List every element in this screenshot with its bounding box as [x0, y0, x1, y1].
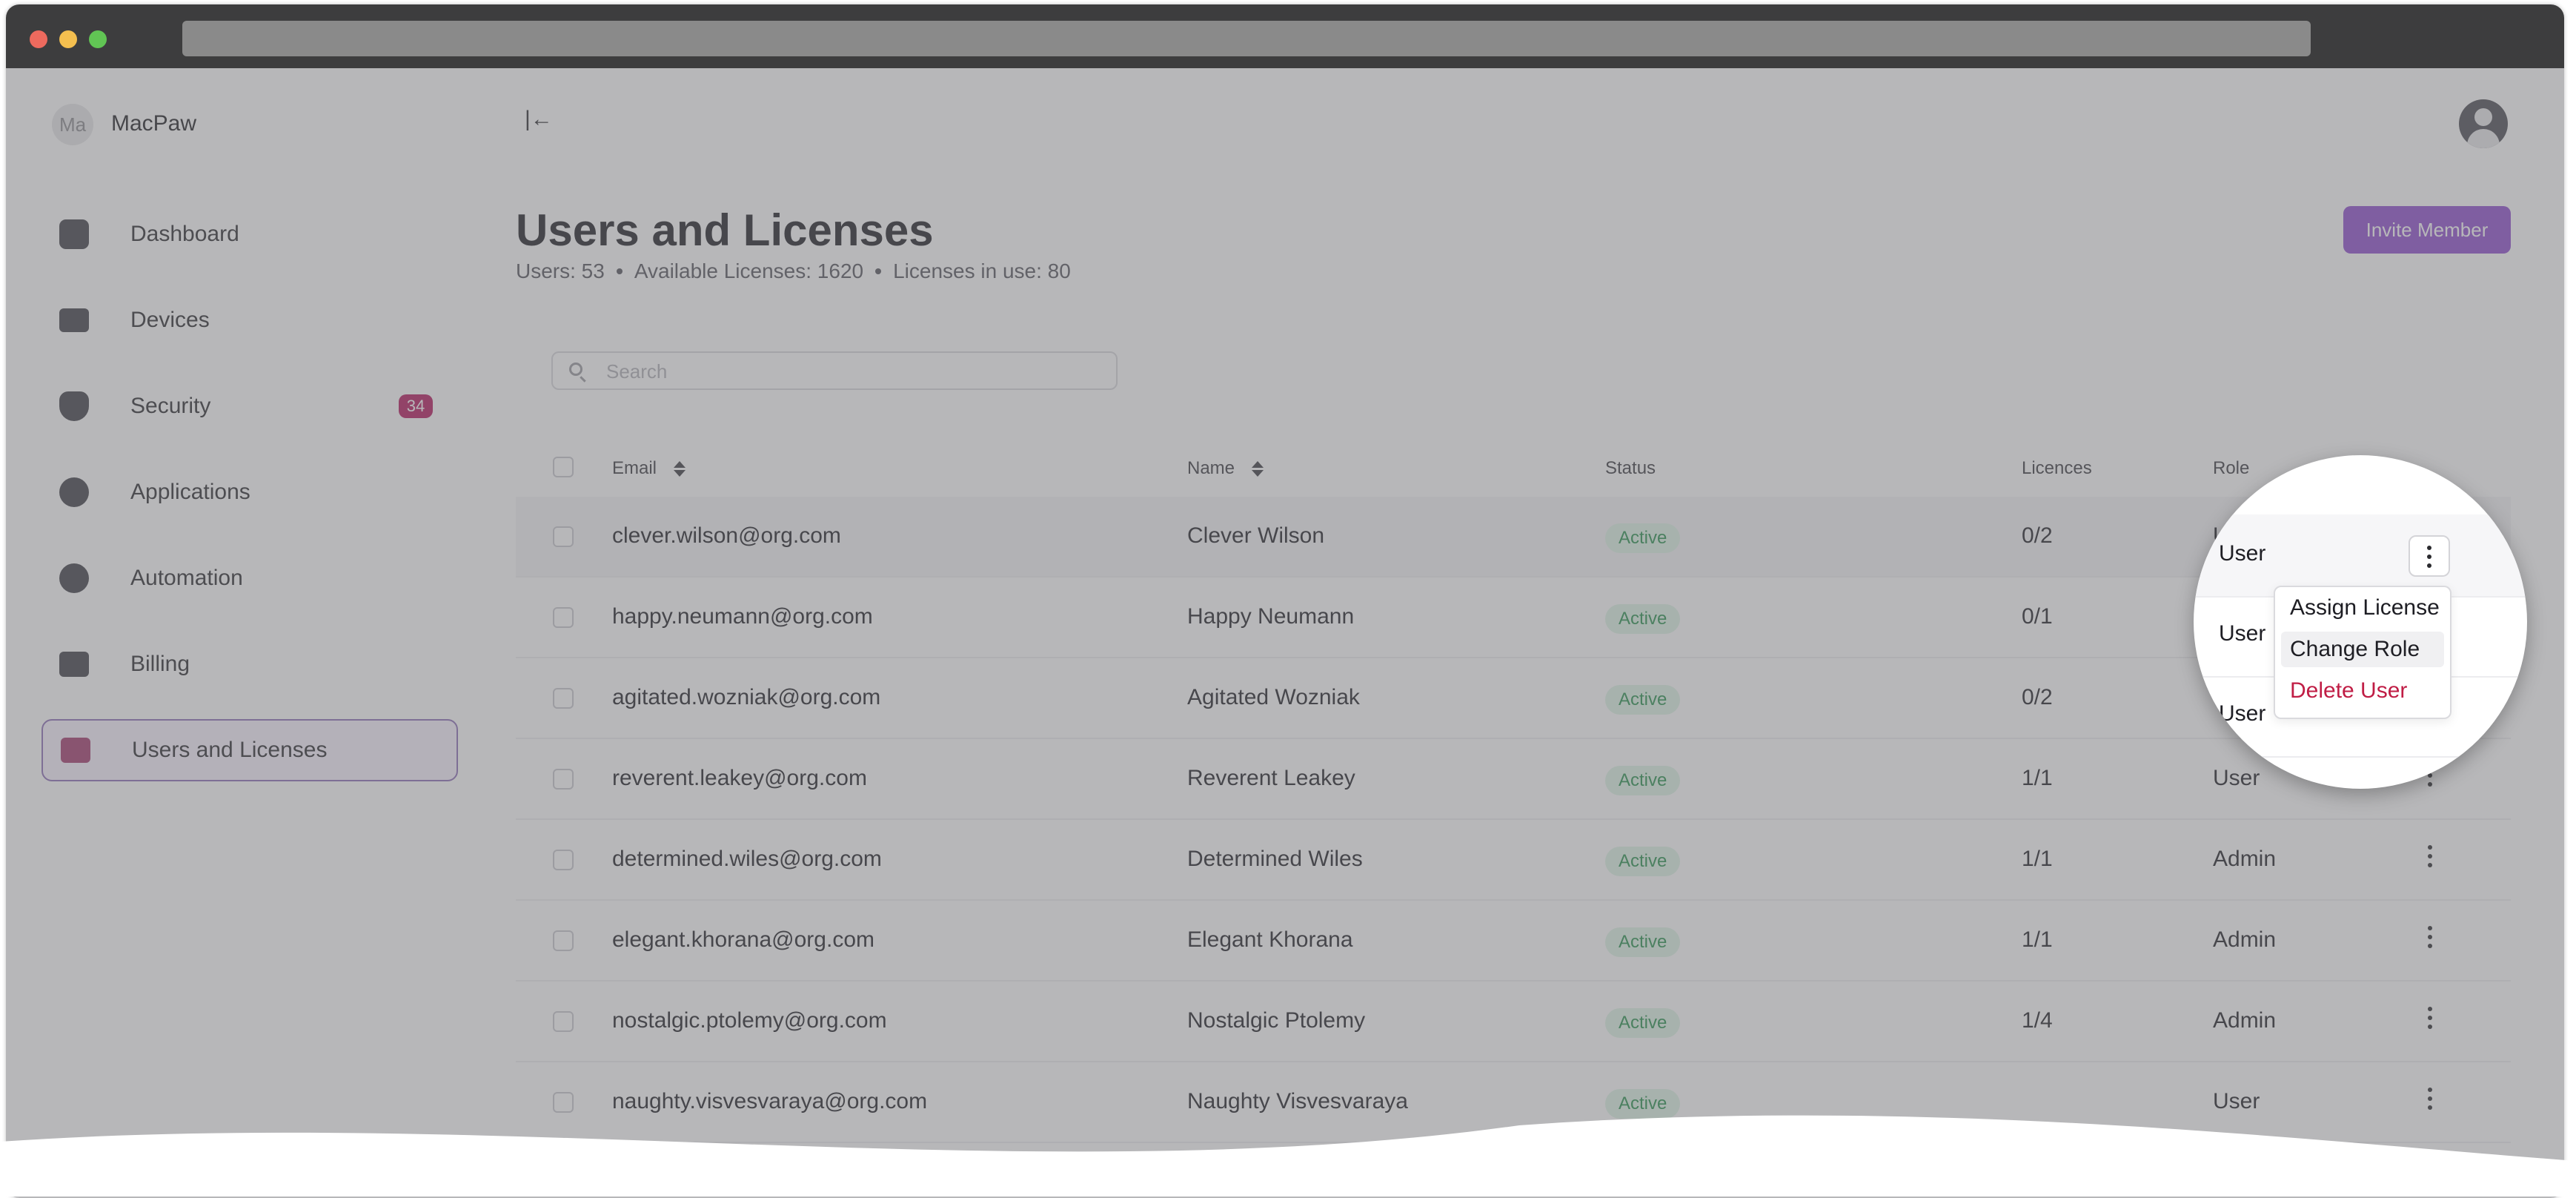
- menu-item-change-role[interactable]: Change Role: [2281, 632, 2444, 667]
- minimize-window-button[interactable]: [59, 30, 77, 48]
- address-bar[interactable]: [182, 21, 2311, 56]
- close-window-button[interactable]: [30, 30, 47, 48]
- role-cell: User: [2219, 701, 2266, 726]
- browser-window: Ma MacPaw Dashboard Devices Security 34 …: [6, 4, 2564, 1198]
- row-actions-menu: Assign License Change Role Delete User: [2274, 586, 2451, 719]
- row-actions-button[interactable]: [2409, 535, 2450, 577]
- app-container: Ma MacPaw Dashboard Devices Security 34 …: [6, 68, 2564, 1198]
- maximize-window-button[interactable]: [89, 30, 107, 48]
- menu-item-assign-license[interactable]: Assign License: [2281, 590, 2444, 626]
- torn-edge-decoration: [0, 1115, 2576, 1197]
- title-bar: [6, 4, 2564, 68]
- role-cell: User: [2219, 621, 2266, 646]
- modal-dim-overlay: [6, 68, 2564, 1198]
- menu-item-delete-user[interactable]: Delete User: [2281, 673, 2444, 709]
- role-cell: User: [2219, 541, 2266, 566]
- zoom-lens: User User User Assign License Change Rol…: [2194, 455, 2527, 789]
- row-divider: [2194, 756, 2527, 758]
